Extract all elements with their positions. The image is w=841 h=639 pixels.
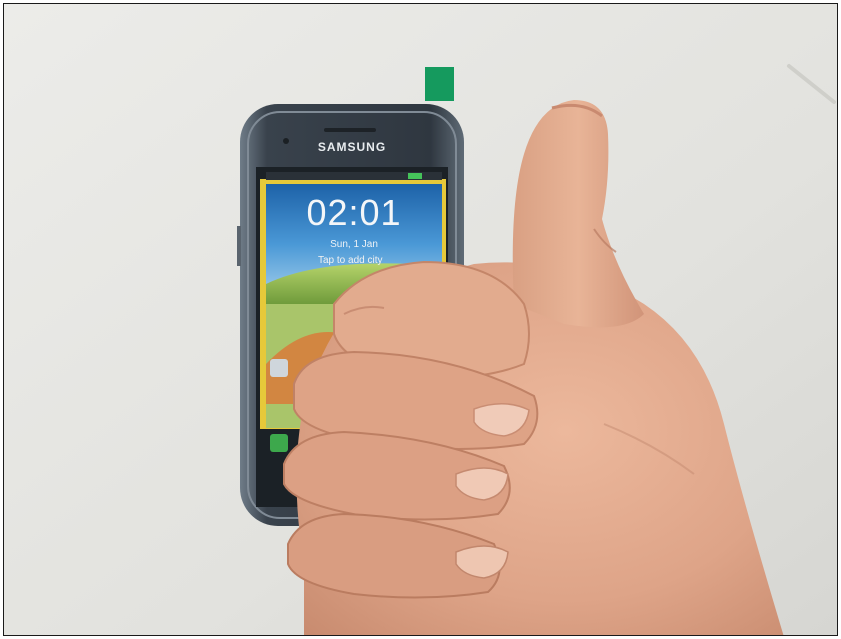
- front-camera: [283, 138, 289, 144]
- photo-frame: SAMSUNG 02:01 Sun, 1 Jan Tap to add city: [3, 3, 838, 636]
- lockscreen-time: 02:01: [306, 192, 401, 233]
- signal-icon: [408, 173, 422, 179]
- speaker-grille: [324, 128, 376, 132]
- brand-logo: SAMSUNG: [318, 140, 386, 154]
- phone-app-icon: [270, 434, 288, 452]
- volume-key: [237, 226, 241, 266]
- photo-scene: SAMSUNG 02:01 Sun, 1 Jan Tap to add city: [4, 4, 837, 635]
- green-sticker: [425, 67, 454, 101]
- camera-app-icon: [270, 359, 288, 377]
- lockscreen-hint: Tap to add city: [318, 255, 382, 266]
- lockscreen-date: Sun, 1 Jan: [330, 239, 378, 250]
